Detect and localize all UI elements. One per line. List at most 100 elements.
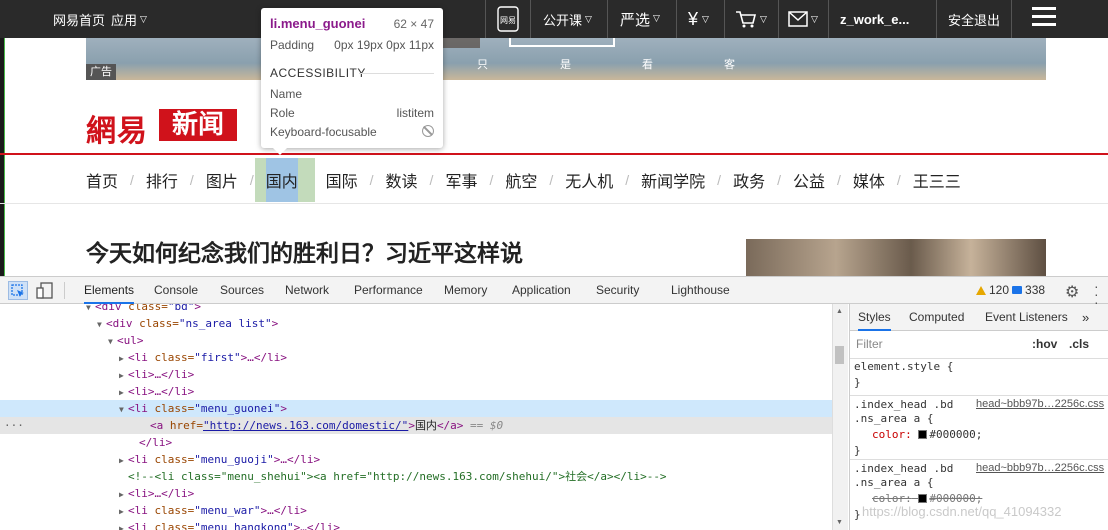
nav-item-label: 国内 [265,158,298,202]
hamburger-menu-icon[interactable] [1032,7,1056,27]
scroll-up-icon[interactable]: ▲ [836,308,843,315]
expand-toggle-icon[interactable]: ▼ [108,333,117,350]
netease-logo[interactable]: 網易 [86,106,148,150]
attribute-value: "http://news.163.com/domestic/" [203,419,409,432]
dom-node-row[interactable]: ▼ <li class="menu_guonei"> [0,400,832,417]
color-swatch-icon[interactable] [918,430,928,439]
more-tabs-icon[interactable]: » [1082,304,1089,331]
apps-label: 应用 [111,12,138,28]
finance-menu[interactable]: ¥ ▽ [688,0,709,38]
tab-lighthouse[interactable]: Lighthouse [671,277,730,304]
more-options-icon[interactable]: · · · [1094,279,1100,309]
expand-toggle-icon[interactable]: ▶ [119,384,128,401]
dom-node-row[interactable]: ▼ <div class="bd"> [0,304,832,315]
dom-node-row[interactable]: ▼ <div class="ns_area list"> [0,315,832,332]
rule-selector[interactable]: .index_head .bd [854,398,953,411]
tab-computed[interactable]: Computed [909,304,964,331]
cls-toggle[interactable]: .cls [1069,337,1089,351]
nav-item[interactable]: 政务 [733,158,765,202]
rule-selector[interactable]: .index_head .bd [854,462,953,475]
logout-link[interactable]: 安全退出 [948,0,1000,38]
dom-node-row[interactable]: ▶ <li class="menu_hangkong">…</li> [0,519,832,530]
rule-selector[interactable]: .ns_area a { [854,476,933,489]
home-link[interactable]: 网易首页 [53,0,105,38]
nav-item[interactable]: 国际 [326,158,358,202]
nav-separator: / [130,172,134,188]
dom-node-row[interactable]: ▶ <li class="menu_war">…</li> [0,502,832,519]
tab-memory[interactable]: Memory [444,277,487,304]
nav-separator: / [369,172,374,188]
dom-node-row[interactable]: ▶ <li class="menu_guoji">…</li> [0,451,832,468]
apps-menu[interactable]: 应用 ▽ [111,0,147,38]
nav-item[interactable]: 公益 [793,158,825,202]
dom-node-row[interactable]: </li> [0,434,832,451]
nav-item[interactable]: 军事 [445,158,477,202]
expand-toggle-icon[interactable]: ▶ [119,452,128,469]
expand-toggle-icon[interactable]: ▶ [119,503,128,520]
style-declaration[interactable]: color: #000000; [872,428,982,441]
expand-toggle-icon[interactable]: ▶ [119,350,128,367]
nav-item[interactable]: 数读 [386,158,418,202]
headline-photo[interactable] [746,239,1046,276]
dom-node-row[interactable]: ▶ <li class="first">…</li> [0,349,832,366]
dom-node-row[interactable]: ▶ <li>…</li> [0,485,832,502]
divider [607,0,608,38]
yanxuan-label: 严选 [620,10,651,29]
open-class-menu[interactable]: 公开课 ▽ [543,0,592,38]
elements-tree: ▼ <div class="bd"> ▼ <div class="ns_area li… [0,304,832,530]
tab-console[interactable]: Console [154,277,198,304]
expand-toggle-icon[interactable]: ▶ [119,486,128,503]
cart-menu[interactable]: ▽ [735,0,767,38]
mobile-app-link[interactable]: 网易 [496,0,520,38]
color-swatch-icon[interactable] [918,494,928,503]
expand-toggle-icon[interactable]: ▼ [119,401,128,418]
dom-node-row[interactable]: ▶ <li>…</li> [0,383,832,400]
tag-name: <a [150,419,164,432]
user-menu[interactable]: z_work_e... [840,0,909,38]
tab-elements[interactable]: Elements [84,277,135,304]
issue-counter[interactable]: 120 338 [976,283,1045,297]
device-toolbar-button[interactable] [36,282,54,304]
nav-item[interactable]: 排行 [146,158,178,202]
nav-item[interactable]: 图片 [206,158,238,202]
yanxuan-menu[interactable]: 严选 ▽ [620,0,660,38]
tab-event-listeners[interactable]: Event Listeners [985,304,1068,331]
tab-sources[interactable]: Sources [220,277,264,304]
node-actions-icon[interactable]: ··· [4,417,24,434]
styles-filter-input[interactable]: Filter [853,335,1019,353]
tab-styles[interactable]: Styles [858,304,891,331]
tag-name: <li [128,453,148,466]
element-style-rule[interactable]: element.style { [854,360,953,373]
dom-node-row[interactable]: ▶ <li>…</li> [0,366,832,383]
hov-toggle[interactable]: :hov [1032,337,1057,351]
expand-toggle-icon[interactable]: ▼ [97,316,106,333]
nav-item[interactable]: 媒体 [853,158,885,202]
nav-item[interactable]: 无人机 [565,158,613,202]
nav-item[interactable]: 首页 [86,158,118,202]
settings-gear-icon[interactable]: ⚙ [1065,282,1079,302]
news-logo[interactable]: 新闻 [159,109,237,141]
tab-performance[interactable]: Performance [354,277,423,304]
tab-application[interactable]: Application [512,277,571,304]
rule-selector[interactable]: .ns_area a { [854,412,933,425]
nav-item[interactable]: 航空 [505,158,537,202]
nav-item[interactable]: 国内 [254,158,315,202]
dom-node-row[interactable]: ··· <a href="http://news.163.com/domestic… [0,417,832,434]
nav-item[interactable]: 王三三 [913,158,961,202]
expand-toggle-icon[interactable]: ▶ [119,367,128,384]
rule-source-link[interactable]: head~bbb97b…2256c.css [976,398,1104,410]
expand-toggle-icon[interactable]: ▶ [119,520,128,530]
elements-scrollbar[interactable] [832,304,848,530]
nav-item[interactable]: 新闻学院 [641,158,705,202]
divider [724,0,725,38]
tab-security[interactable]: Security [596,277,639,304]
dom-node-row[interactable]: <!--<li class="menu_shehui"><a href="htt… [0,468,832,485]
headline-link[interactable]: 今天如何纪念我们的胜利日？习近平这样说 [86,234,523,268]
rule-source-link[interactable]: head~bbb97b…2256c.css [976,462,1104,474]
mail-menu[interactable]: ▽ [788,0,818,38]
scroll-down-icon[interactable]: ▼ [836,519,843,526]
inspect-element-button[interactable] [8,281,28,300]
scrollbar-thumb[interactable] [835,346,844,364]
tab-network[interactable]: Network [285,277,329,304]
dom-node-row[interactable]: ▼ <ul> [0,332,832,349]
